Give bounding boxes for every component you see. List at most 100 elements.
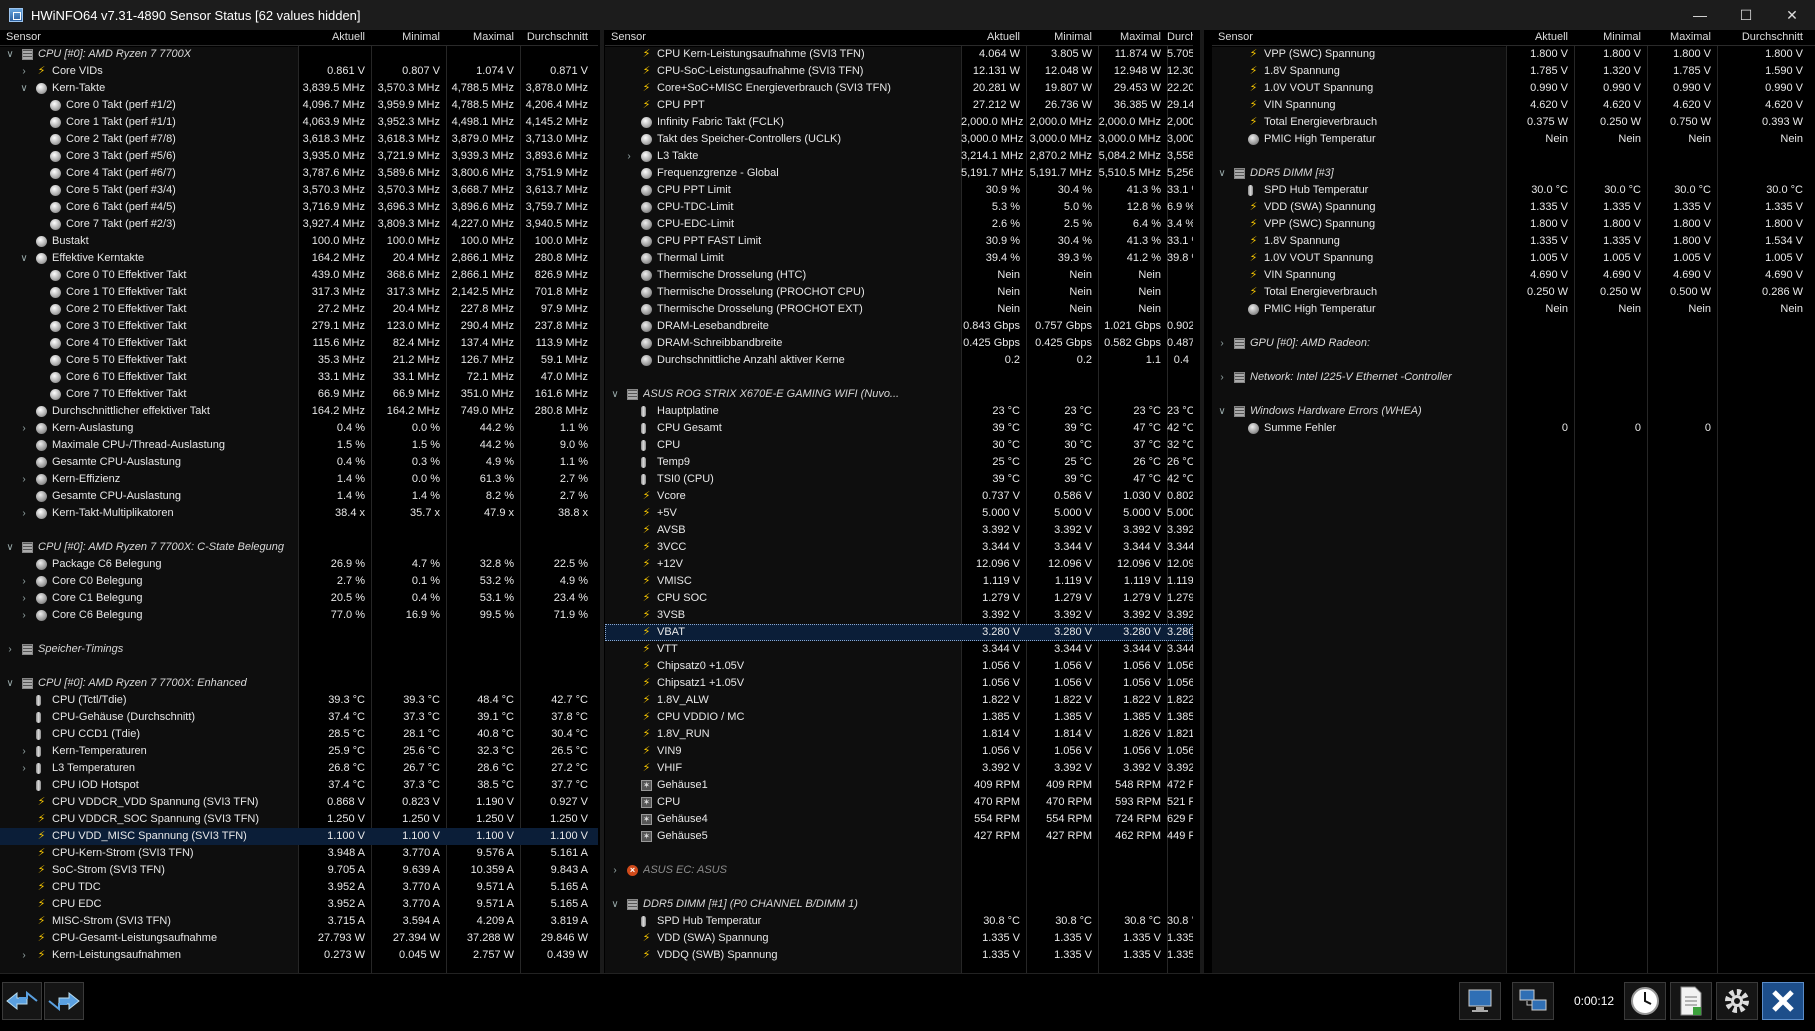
- sensor-row[interactable]: ⚡ Chipsatz1 +1.05V 1.056 V 1.056 V 1.056 V 1.…: [605, 675, 1193, 692]
- sensor-row[interactable]: ⚡ VTT 3.344 V 3.344 V 3.344 V 3.344 V: [605, 641, 1193, 658]
- sensor-row[interactable]: Thermische Drosselung (HTC) Nein Nein Nein: [605, 267, 1193, 284]
- sensor-row[interactable]: ✶ Gehäuse1 409 RPM 409 RPM 548 RPM 472 RPM: [605, 777, 1193, 794]
- sensor-row[interactable]: › ⚡ Kern-Leistungsaufnahmen 0.273 W 0.045 W 2…: [0, 947, 598, 964]
- sensor-row[interactable]: DRAM-Lesebandbreite 0.843 Gbps 0.757 Gbps 1…: [605, 318, 1193, 335]
- sensor-row[interactable]: ⚡ 1.8V_RUN 1.814 V 1.814 V 1.826 V 1.821 V: [605, 726, 1193, 743]
- sensor-row[interactable]: › ⚡ Core VIDs 0.861 V 0.807 V 1.074 V 0.871 V: [0, 63, 598, 80]
- column-header-min[interactable]: Minimal: [371, 31, 446, 43]
- sensor-row[interactable]: › Core C0 Belegung 2.7 % 0.1 % 53.2 % 4.9 %: [0, 573, 598, 590]
- sensor-row[interactable]: Hauptplatine 23 °C 23 °C 23 °C 23 °C: [605, 403, 1193, 420]
- sensor-row[interactable]: CPU 30 °C 30 °C 37 °C 32 °C: [605, 437, 1193, 454]
- monitor-button[interactable]: [1459, 982, 1501, 1020]
- collapse-toggle-icon[interactable]: ∨: [1216, 165, 1228, 182]
- sensor-row[interactable]: CPU-Gehäuse (Durchschnitt) 37.4 °C 37.3 °C…: [0, 709, 598, 726]
- expand-toggle-icon[interactable]: ›: [18, 573, 30, 590]
- sensor-row[interactable]: ⚡ VIN Spannung 4.620 V 4.620 V 4.620 V 4.620 …: [1212, 97, 1815, 114]
- expand-toggle-icon[interactable]: ›: [623, 148, 635, 165]
- sensor-row[interactable]: ⚡ VBAT 3.280 V 3.280 V 3.280 V 3.280 V: [605, 624, 1193, 641]
- clock-button[interactable]: [1624, 982, 1666, 1020]
- sensor-row[interactable]: Core 0 T0 Effektiver Takt 439.0 MHz 368.6 …: [0, 267, 598, 284]
- sensor-row[interactable]: ⚡ CPU TDC 3.952 A 3.770 A 9.571 A 5.165 A: [0, 879, 598, 896]
- expand-toggle-icon[interactable]: ›: [18, 607, 30, 624]
- sensor-row[interactable]: Core 3 Takt (perf #5/6) 3,935.0 MHz 3,721.…: [0, 148, 598, 165]
- expand-toggle-icon[interactable]: ›: [18, 63, 30, 80]
- expand-toggle-icon[interactable]: ›: [18, 743, 30, 760]
- sensor-row[interactable]: ⚡ VIN9 1.056 V 1.056 V 1.056 V 1.056 V: [605, 743, 1193, 760]
- sensor-row[interactable]: › L3 Temperaturen 26.8 °C 26.7 °C 28.6 °C 27.…: [0, 760, 598, 777]
- sensor-row[interactable]: ⚡ VPP (SWC) Spannung 1.800 V 1.800 V 1.800 V…: [1212, 46, 1815, 63]
- sensor-row[interactable]: ⚡ VDD (SWA) Spannung 1.335 V 1.335 V 1.335 V…: [1212, 199, 1815, 216]
- sensor-row[interactable]: ✶ CPU 470 RPM 470 RPM 593 RPM 521 RPM: [605, 794, 1193, 811]
- sensor-row[interactable]: Core 6 T0 Effektiver Takt 33.1 MHz 33.1 MH…: [0, 369, 598, 386]
- sensor-row[interactable]: Takt des Speicher-Controllers (UCLK) 3,00…: [605, 131, 1193, 148]
- sensor-group-row[interactable]: › × ASUS EC: ASUS: [605, 862, 1193, 879]
- sensor-row[interactable]: Core 2 T0 Effektiver Takt 27.2 MHz 20.4 MH…: [0, 301, 598, 318]
- collapse-toggle-icon[interactable]: ∨: [609, 386, 621, 403]
- sensor-row[interactable]: ⚡ SoC-Strom (SVI3 TFN) 9.705 A 9.639 A 10.35…: [0, 862, 598, 879]
- expand-toggle-icon[interactable]: ›: [609, 862, 621, 879]
- sensor-row[interactable]: Core 4 T0 Effektiver Takt 115.6 MHz 82.4 M…: [0, 335, 598, 352]
- sensor-row[interactable]: ⚡ 1.0V VOUT Spannung 1.005 V 1.005 V 1.005 V…: [1212, 250, 1815, 267]
- sensor-row[interactable]: ⚡ +12V 12.096 V 12.096 V 12.096 V 12.096 V: [605, 556, 1193, 573]
- collapse-toggle-icon[interactable]: ∨: [18, 250, 30, 267]
- sensor-group-row[interactable]: ∨ DDR5 DIMM [#3]: [1212, 165, 1815, 182]
- column-header-current[interactable]: Aktuell: [961, 31, 1026, 43]
- expand-toggle-icon[interactable]: ›: [18, 760, 30, 777]
- expand-toggle-icon[interactable]: ›: [18, 420, 30, 437]
- sensor-row[interactable]: › Kern-Temperaturen 25.9 °C 25.6 °C 32.3 °C 2…: [0, 743, 598, 760]
- sensor-group-row[interactable]: ∨ DDR5 DIMM [#1] (P0 CHANNEL B/DIMM 1): [605, 896, 1193, 913]
- sensor-row[interactable]: ⚡ VDDQ (SWB) Spannung 1.335 V 1.335 V 1.335 …: [605, 947, 1193, 964]
- sensor-row[interactable]: ⚡ AVSB 3.392 V 3.392 V 3.392 V 3.392 V: [605, 522, 1193, 539]
- sensor-row[interactable]: › Kern-Auslastung 0.4 % 0.0 % 44.2 % 1.1 %: [0, 420, 598, 437]
- sensor-row[interactable]: TSI0 (CPU) 39 °C 39 °C 47 °C 42 °C: [605, 471, 1193, 488]
- sensor-row[interactable]: › Kern-Takt-Multiplikatoren 38.4 x 35.7 x 47…: [0, 505, 598, 522]
- sensor-row[interactable]: Package C6 Belegung 26.9 % 4.7 % 32.8 % 22.5…: [0, 556, 598, 573]
- sensor-row[interactable]: ⚡ 1.0V VOUT Spannung 0.990 V 0.990 V 0.990 V…: [1212, 80, 1815, 97]
- column-header-avg[interactable]: Durchschnitt: [1167, 31, 1193, 43]
- sensor-row[interactable]: ⚡ 1.8V_ALW 1.822 V 1.822 V 1.822 V 1.822 V: [605, 692, 1193, 709]
- sensor-row[interactable]: PMIC High Temperatur Nein Nein Nein Nein: [1212, 301, 1815, 318]
- column-header-max[interactable]: Maximal: [1647, 31, 1717, 43]
- sensor-row[interactable]: CPU PPT FAST Limit 30.9 % 30.4 % 41.3 % 33.1…: [605, 233, 1193, 250]
- sensor-row[interactable]: ⚡ CPU VDD_MISC Spannung (SVI3 TFN) 1.100 V…: [0, 828, 598, 845]
- sensor-group-row[interactable]: ∨ CPU [#0]: AMD Ryzen 7 7700X: C-State Be…: [0, 539, 598, 556]
- sensor-row[interactable]: Core 0 Takt (perf #1/2) 4,096.7 MHz 3,959.…: [0, 97, 598, 114]
- sensor-row[interactable]: ⚡ +5V 5.000 V 5.000 V 5.000 V 5.000 V: [605, 505, 1193, 522]
- sensor-row[interactable]: ⚡ Total Energieverbrauch 0.250 W 0.250 W 0.5…: [1212, 284, 1815, 301]
- nav-back-button[interactable]: [2, 982, 42, 1020]
- sensor-row[interactable]: Core 4 Takt (perf #6/7) 3,787.6 MHz 3,589.…: [0, 165, 598, 182]
- column-header-min[interactable]: Minimal: [1026, 31, 1098, 43]
- sensor-row[interactable]: ⚡ 3VSB 3.392 V 3.392 V 3.392 V 3.392 V: [605, 607, 1193, 624]
- sensor-group-row[interactable]: ∨ ASUS ROG STRIX X670E-E GAMING WIFI (Nuv…: [605, 386, 1193, 403]
- sensor-row[interactable]: SPD Hub Temperatur 30.8 °C 30.8 °C 30.8 °C 3…: [605, 913, 1193, 930]
- sensor-row[interactable]: Durchschnittlicher effektiver Takt 164.2 …: [0, 403, 598, 420]
- sensor-row[interactable]: Core 5 T0 Effektiver Takt 35.3 MHz 21.2 MH…: [0, 352, 598, 369]
- sensor-row[interactable]: ⚡ VIN Spannung 4.690 V 4.690 V 4.690 V 4.690 …: [1212, 267, 1815, 284]
- collapse-toggle-icon[interactable]: ∨: [4, 539, 16, 556]
- sensor-row[interactable]: ⚡ Total Energieverbrauch 0.375 W 0.250 W 0.7…: [1212, 114, 1815, 131]
- sensor-row[interactable]: Core 1 Takt (perf #1/1) 4,063.9 MHz 3,952.…: [0, 114, 598, 131]
- sensor-row[interactable]: ⚡ VHIF 3.392 V 3.392 V 3.392 V 3.392 V: [605, 760, 1193, 777]
- sensor-row[interactable]: ∨ Kern-Takte 3,839.5 MHz 3,570.3 MHz 4,788.5…: [0, 80, 598, 97]
- sensor-group-row[interactable]: › Speicher-Timings: [0, 641, 598, 658]
- sensor-row[interactable]: Thermal Limit 39.4 % 39.3 % 41.2 % 39.8 %: [605, 250, 1193, 267]
- column-header-current[interactable]: Aktuell: [298, 31, 371, 43]
- expand-toggle-icon[interactable]: ›: [1216, 335, 1228, 352]
- sensor-row[interactable]: PMIC High Temperatur Nein Nein Nein Nein: [1212, 131, 1815, 148]
- expand-toggle-icon[interactable]: ›: [18, 590, 30, 607]
- maximize-button[interactable]: ☐: [1723, 0, 1769, 30]
- expand-toggle-icon[interactable]: ›: [18, 471, 30, 488]
- sensor-row[interactable]: ⚡ Vcore 0.737 V 0.586 V 1.030 V 0.802 V: [605, 488, 1193, 505]
- sensor-row[interactable]: › Kern-Effizienz 1.4 % 0.0 % 61.3 % 2.7 %: [0, 471, 598, 488]
- sensor-row[interactable]: Core 3 T0 Effektiver Takt 279.1 MHz 123.0 …: [0, 318, 598, 335]
- column-header-min[interactable]: Minimal: [1574, 31, 1647, 43]
- sensor-row[interactable]: Core 6 Takt (perf #4/5) 3,716.9 MHz 3,696.…: [0, 199, 598, 216]
- sensor-row[interactable]: Maximale CPU-/Thread-Auslastung 1.5 % 1.5 …: [0, 437, 598, 454]
- sensor-row[interactable]: › L3 Takte 3,214.1 MHz 2,870.2 MHz 5,084.2 M…: [605, 148, 1193, 165]
- sensor-row[interactable]: DRAM-Schreibbandbreite 0.425 Gbps 0.425 Gb…: [605, 335, 1193, 352]
- sensor-group-row[interactable]: › Network: Intel I225-V Ethernet -Control…: [1212, 369, 1815, 386]
- minimize-button[interactable]: —: [1677, 0, 1723, 30]
- sensor-row[interactable]: › Core C1 Belegung 20.5 % 0.4 % 53.1 % 23.4 %: [0, 590, 598, 607]
- collapse-toggle-icon[interactable]: ∨: [1216, 403, 1228, 420]
- sensor-row[interactable]: Core 7 Takt (perf #2/3) 3,927.4 MHz 3,809.…: [0, 216, 598, 233]
